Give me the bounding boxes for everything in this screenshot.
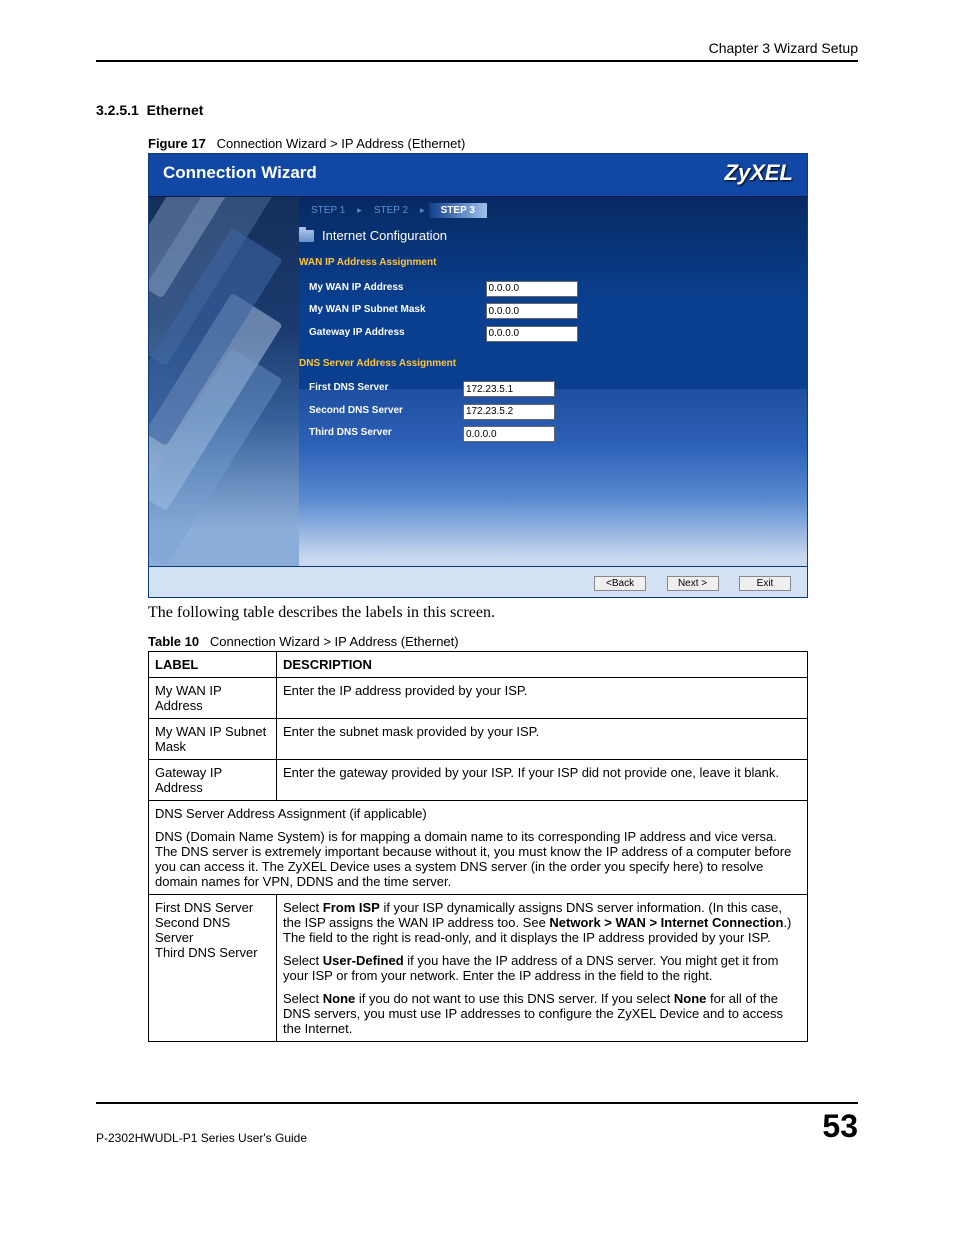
chevron-right-icon: ▸	[357, 205, 362, 216]
wan-fields: My WAN IP Address My WAN IP Subnet Mask …	[299, 276, 578, 344]
dns-fields: First DNS Server Second DNS Server Third…	[299, 377, 555, 445]
cell-label: My WAN IP Subnet Mask	[149, 719, 277, 760]
config-heading-text: Internet Configuration	[322, 228, 447, 243]
section-heading: 3.2.5.1 Ethernet	[96, 102, 858, 118]
guide-name: P-2302HWUDL-P1 Series User's Guide	[96, 1131, 307, 1145]
cell-desc: Enter the subnet mask provided by your I…	[277, 719, 808, 760]
cell-label: Gateway IP Address	[149, 760, 277, 801]
chevron-right-icon: ▸	[420, 205, 425, 216]
table-row: First DNS Server Second DNS Server Third…	[149, 895, 808, 1042]
desc-part: Select	[283, 900, 323, 915]
desc-bold: User-Defined	[323, 953, 404, 968]
step-3: STEP 3	[429, 203, 487, 218]
chapter-label: Chapter 3 Wizard Setup	[96, 40, 858, 56]
step-2: STEP 2	[366, 203, 416, 218]
section-dns-heading: DNS Server Address Assignment	[299, 344, 807, 377]
label-dns1: First DNS Server	[299, 377, 463, 400]
step-1: STEP 1	[303, 203, 353, 218]
label-wan-mask: My WAN IP Subnet Mask	[299, 299, 486, 322]
figure-text: Connection Wizard > IP Address (Ethernet…	[217, 136, 466, 151]
figure-label: Figure 17	[148, 136, 206, 151]
wizard-title: Connection Wizard	[163, 163, 317, 183]
label-line: First DNS Server	[155, 900, 270, 915]
desc-part: Select	[283, 953, 323, 968]
gateway-input[interactable]	[486, 326, 578, 342]
cell-desc: Enter the IP address provided by your IS…	[277, 678, 808, 719]
wizard-titlebar: Connection Wizard ZyXEL	[149, 154, 807, 196]
config-heading: Internet Configuration	[299, 226, 807, 251]
label-dns3: Third DNS Server	[299, 422, 463, 445]
cell-desc: Select From ISP if your ISP dynamically …	[277, 895, 808, 1042]
wizard-side-graphic	[149, 197, 299, 566]
section-title: Ethernet	[147, 102, 204, 118]
table-row: DNS Server Address Assignment (if applic…	[149, 801, 808, 895]
table-caption: Table 10 Connection Wizard > IP Address …	[148, 634, 858, 649]
wizard-screenshot: Connection Wizard ZyXEL STEP 1 ▸ STEP 2 …	[148, 153, 808, 598]
wizard-footer: <Back Next > Exit	[149, 566, 807, 597]
step-indicator: STEP 1 ▸ STEP 2 ▸ STEP 3	[299, 197, 807, 226]
section-wan-heading: WAN IP Address Assignment	[299, 251, 807, 276]
table-caption-text: Connection Wizard > IP Address (Ethernet…	[210, 634, 459, 649]
dns-intro-line2: DNS (Domain Name System) is for mapping …	[155, 829, 801, 889]
desc-bold: None	[323, 991, 356, 1006]
desc-bold: From ISP	[323, 900, 380, 915]
folder-icon	[299, 230, 314, 242]
cell-dns-intro: DNS Server Address Assignment (if applic…	[149, 801, 808, 895]
brand-logo: ZyXEL	[725, 160, 793, 186]
table-row: Gateway IP Address Enter the gateway pro…	[149, 760, 808, 801]
cell-desc: Enter the gateway provided by your ISP. …	[277, 760, 808, 801]
table-row: My WAN IP Address Enter the IP address p…	[149, 678, 808, 719]
dns-intro-line1: DNS Server Address Assignment (if applic…	[155, 806, 801, 821]
wan-ip-input[interactable]	[486, 281, 578, 297]
cell-label: My WAN IP Address	[149, 678, 277, 719]
desc-part: Select	[283, 991, 323, 1006]
table-intro: The following table describes the labels…	[148, 604, 858, 622]
section-number: 3.2.5.1	[96, 102, 139, 118]
th-desc: DESCRIPTION	[277, 652, 808, 678]
wan-mask-input[interactable]	[486, 303, 578, 319]
label-line: Third DNS Server	[155, 945, 270, 960]
table-row: My WAN IP Subnet Mask Enter the subnet m…	[149, 719, 808, 760]
next-button[interactable]: Next >	[667, 576, 719, 591]
dns3-input[interactable]	[463, 426, 555, 442]
description-table: LABEL DESCRIPTION My WAN IP Address Ente…	[148, 651, 808, 1042]
dns2-input[interactable]	[463, 404, 555, 420]
page-footer: P-2302HWUDL-P1 Series User's Guide 53	[96, 1102, 858, 1145]
label-gateway: Gateway IP Address	[299, 321, 486, 344]
label-line: Second DNS Server	[155, 915, 270, 945]
dns1-input[interactable]	[463, 381, 555, 397]
desc-bold: None	[674, 991, 707, 1006]
desc-part: if you do not want to use this DNS serve…	[355, 991, 674, 1006]
back-button[interactable]: <Back	[594, 576, 646, 591]
exit-button[interactable]: Exit	[739, 576, 791, 591]
figure-caption: Figure 17 Connection Wizard > IP Address…	[148, 136, 858, 151]
th-label: LABEL	[149, 652, 277, 678]
label-wan-ip: My WAN IP Address	[299, 276, 486, 299]
page-number: 53	[822, 1108, 858, 1145]
header-rule	[96, 60, 858, 62]
label-dns2: Second DNS Server	[299, 399, 463, 422]
desc-bold: Network > WAN > Internet Connection	[549, 915, 783, 930]
cell-label: First DNS Server Second DNS Server Third…	[149, 895, 277, 1042]
table-label: Table 10	[148, 634, 199, 649]
